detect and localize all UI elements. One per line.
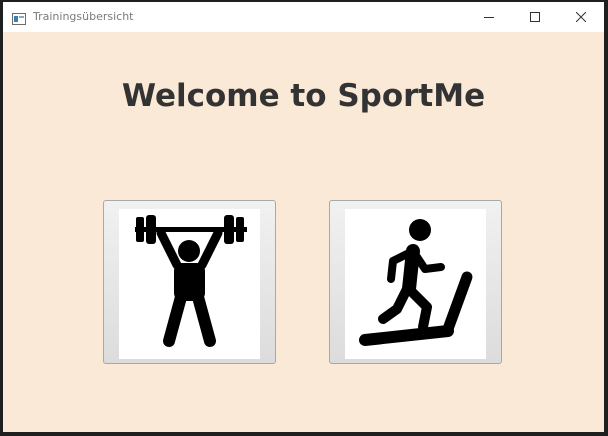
weightlifting-button[interactable]	[103, 200, 276, 364]
app-icon	[12, 10, 26, 25]
weightlifting-icon	[135, 215, 247, 347]
window-title: Trainingsübersicht	[33, 10, 134, 23]
treadmill-runner-icon	[359, 219, 473, 346]
main-content: Welcome to SportMe	[3, 32, 604, 432]
title-bar[interactable]: Trainingsübersicht	[3, 2, 604, 32]
maximize-icon	[530, 12, 540, 22]
close-button[interactable]	[558, 2, 604, 32]
minimize-button[interactable]	[466, 2, 512, 32]
close-icon	[576, 12, 586, 22]
treadmill-image	[345, 209, 486, 359]
weightlifting-image	[119, 209, 260, 359]
maximize-button[interactable]	[512, 2, 558, 32]
treadmill-button[interactable]	[329, 200, 502, 364]
page-title: Welcome to SportMe	[121, 78, 486, 114]
app-window: Trainingsübersicht Welcome to SportMe	[3, 2, 604, 432]
minimize-icon	[484, 17, 494, 18]
